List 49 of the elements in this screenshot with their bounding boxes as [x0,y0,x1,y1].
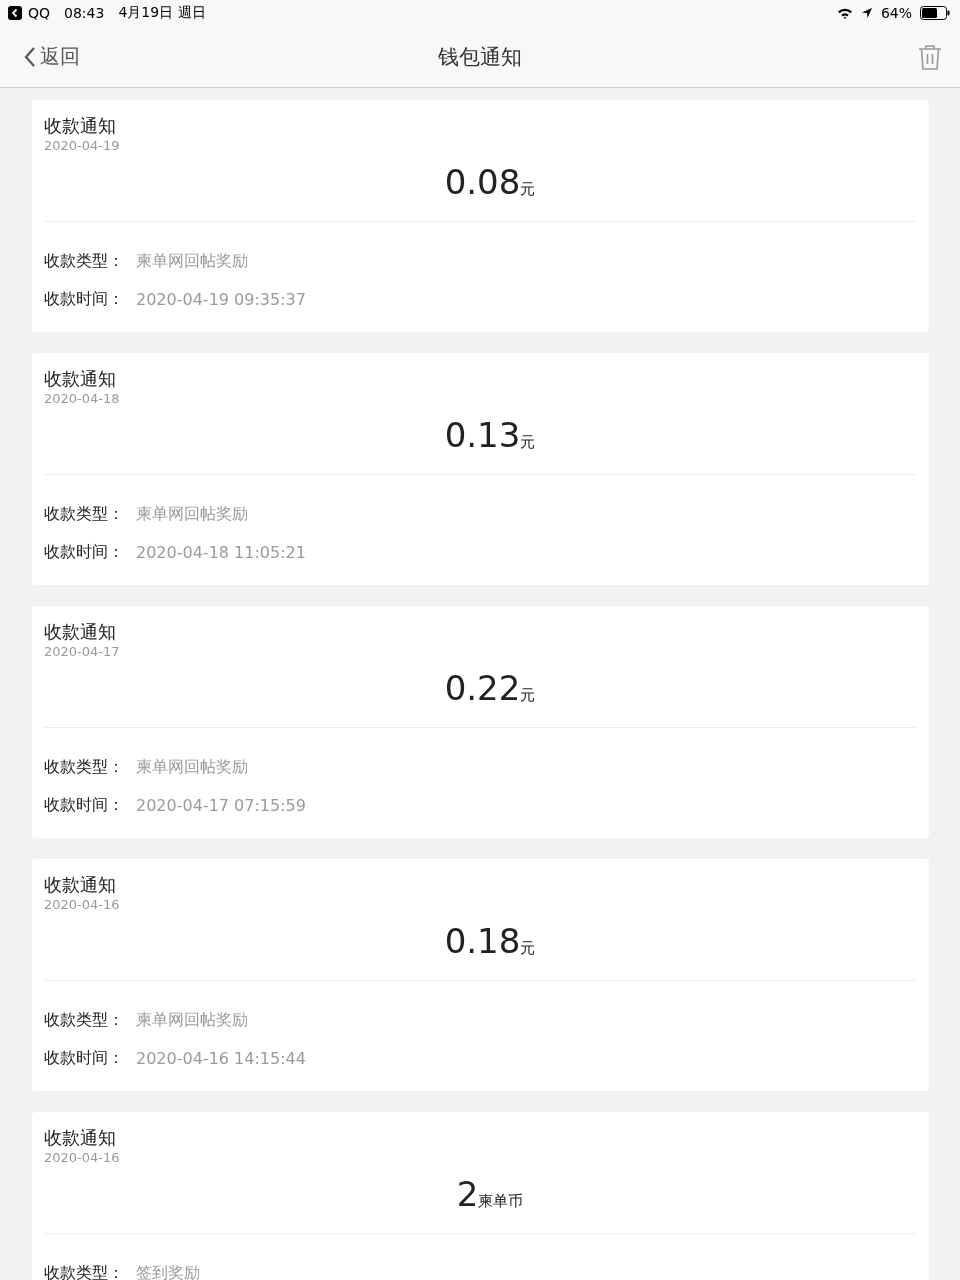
back-button[interactable]: 返回 [24,43,80,70]
amount: 0.13 [444,415,521,455]
field-label: 收款时间： [44,1047,125,1069]
wifi-icon [836,7,853,19]
field-label: 收款类型： [44,503,125,525]
notice-title: 收款通知 [44,114,117,138]
field-value: 柬单网回帖奖励 [136,1009,248,1031]
field-label: 收款时间： [44,288,125,310]
notice-title: 收款通知 [44,367,117,391]
notice-title: 收款通知 [44,1126,117,1150]
amount-unit: 元 [520,939,536,957]
amount: 0.18 [444,921,521,961]
field-label: 收款类型： [44,250,125,272]
field-value: 签到奖励 [136,1262,200,1280]
clock: 08:43 [64,5,105,21]
field-label: 收款类型： [44,1009,125,1031]
field-value: 2020-04-19 09:35:37 [136,289,306,309]
field-value: 2020-04-17 07:15:59 [136,795,306,815]
field-value: 柬单网回帖奖励 [136,250,248,272]
notice-date: 2020-04-16 [44,897,121,913]
field-value: 2020-04-16 14:15:44 [136,1048,306,1068]
amount: 0.08 [444,162,521,202]
field-value: 柬单网回帖奖励 [136,756,248,778]
field-value: 2020-04-18 11:05:21 [136,542,306,562]
trash-icon[interactable] [918,43,942,70]
notice-date: 2020-04-16 [44,1150,121,1166]
notice-title: 收款通知 [44,620,117,644]
notice-date: 2020-04-19 [44,138,121,154]
field-label: 收款类型： [44,756,125,778]
field-label: 收款时间： [44,794,125,816]
amount-unit: 元 [520,180,536,198]
back-app-label[interactable]: QQ [28,5,51,21]
amount: 2 [456,1174,479,1214]
amount: 0.22 [444,668,521,708]
notice-date: 2020-04-18 [44,391,121,407]
amount-unit: 元 [520,686,536,704]
amount-unit: 元 [520,433,536,451]
status-date: 4月19日 週日 [118,4,206,22]
field-label: 收款类型： [44,1262,125,1280]
amount-unit: 柬单币 [478,1192,524,1210]
location-arrow-icon [860,7,873,19]
notice-date: 2020-04-17 [44,644,121,660]
chevron-left-icon [24,45,36,68]
battery-percent: 64% [880,5,912,21]
field-label: 收款时间： [44,541,125,563]
field-value: 柬单网回帖奖励 [136,503,248,525]
battery-icon [920,6,950,20]
notice-title: 收款通知 [44,873,117,897]
page-title: 钱包通知 [437,43,523,71]
